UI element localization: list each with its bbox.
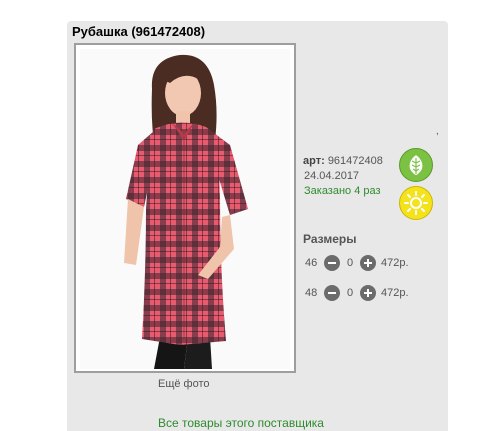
tick-mark: , (436, 126, 439, 137)
size-price: 472р. (381, 257, 409, 269)
size-row: 48 0 472р. (305, 284, 409, 302)
product-photo-frame[interactable] (74, 43, 296, 373)
article-line: арт: 961472408 (303, 155, 383, 167)
size-value: 48 (305, 287, 318, 299)
sun-icon (399, 186, 433, 220)
article-number: 961472408 (327, 155, 383, 167)
leaf-icon (399, 148, 433, 182)
quantity-value[interactable]: 0 (343, 287, 357, 299)
decrease-button[interactable] (324, 285, 340, 301)
sizes-title: Размеры (303, 232, 357, 246)
size-row: 46 0 472р. (305, 254, 409, 272)
minus-icon (328, 292, 336, 294)
increase-button[interactable] (360, 255, 376, 271)
quantity-value[interactable]: 0 (343, 257, 357, 269)
product-photo[interactable] (80, 49, 290, 369)
plus-icon (364, 289, 372, 297)
minus-icon (328, 262, 336, 264)
decrease-button[interactable] (324, 255, 340, 271)
increase-button[interactable] (360, 285, 376, 301)
ordered-count: Заказано 4 раз (304, 185, 381, 197)
product-title: Рубашка (961472408) (72, 24, 206, 39)
product-date: 24.04.2017 (304, 170, 360, 182)
size-value: 46 (305, 257, 318, 269)
size-price: 472р. (381, 287, 409, 299)
model-in-plaid-shirt-image (124, 54, 248, 369)
more-photos-link[interactable]: Ещё фото (158, 378, 210, 390)
article-label: арт: (303, 155, 325, 167)
plus-icon (364, 259, 372, 267)
supplier-products-link[interactable]: Все товары этого поставщика (158, 416, 324, 430)
